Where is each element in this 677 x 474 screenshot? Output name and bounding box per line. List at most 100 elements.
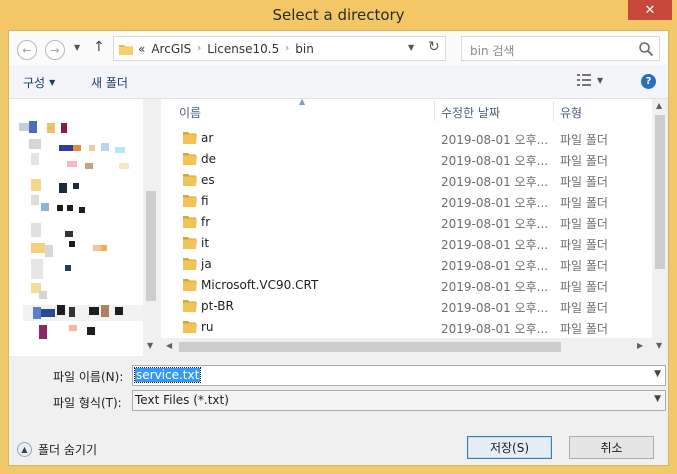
back-button[interactable]: ← — [17, 40, 37, 60]
navigation-bar: ← → ▼ ↑ « ArcGIS › License10.5 › bin ▼ ↻… — [9, 31, 668, 65]
folder-icon — [183, 216, 197, 228]
chevron-up-icon: ▲ — [17, 442, 32, 457]
filetype-select[interactable]: Text Files (*.txt) ▼ — [132, 390, 666, 411]
column-divider[interactable] — [434, 101, 435, 121]
file-modified-date: 2019-08-01 오후... — [441, 259, 549, 273]
title-bar: Select a directory ✕ — [0, 0, 677, 30]
hide-folders-toggle[interactable]: ▲ 폴더 숨기기 — [17, 441, 97, 458]
folder-icon — [183, 237, 197, 249]
file-modified-date: 2019-08-01 오후... — [441, 217, 549, 231]
column-header-row: ▲ 이름 수정한 날짜 유형 — [161, 97, 652, 123]
navigation-pane[interactable]: ▼ — [9, 99, 159, 356]
breadcrumb-item-bin[interactable]: bin — [295, 42, 314, 56]
file-type: 파일 폴더 — [560, 280, 608, 294]
breadcrumb-separator-icon[interactable]: › — [197, 42, 201, 56]
file-modified-date: 2019-08-01 오후... — [441, 238, 549, 252]
filename-label: 파일 이름(N): — [53, 370, 124, 384]
column-header-date[interactable]: 수정한 날짜 — [441, 104, 500, 121]
column-divider[interactable] — [553, 101, 554, 121]
search-icon[interactable] — [638, 41, 654, 57]
chevron-down-icon: ▼ — [49, 78, 56, 87]
command-toolbar: 구성 ▼ 새 폴더 ▼ ? — [9, 65, 668, 99]
file-name: ar — [201, 131, 214, 145]
file-name: ru — [201, 320, 214, 334]
file-type: 파일 폴더 — [560, 238, 608, 252]
file-type: 파일 폴더 — [560, 154, 608, 168]
scroll-left-icon[interactable]: ◀ — [166, 341, 172, 350]
address-history-dropdown-icon[interactable]: ▼ — [408, 43, 414, 52]
close-button[interactable]: ✕ — [628, 0, 672, 20]
save-button[interactable]: 저장(S) — [467, 436, 552, 459]
table-row[interactable]: fr 2019-08-01 오후... 파일 폴더 — [161, 212, 652, 233]
chevron-down-icon: ▼ — [597, 75, 604, 85]
table-row[interactable]: ru 2019-08-01 오후... 파일 폴더 — [161, 317, 652, 338]
file-modified-date: 2019-08-01 오후... — [441, 133, 549, 147]
refresh-icon[interactable]: ↻ — [428, 39, 440, 55]
file-name: pt-BR — [201, 299, 234, 313]
file-name: fr — [201, 215, 211, 229]
organize-label: 구성 — [23, 76, 46, 90]
file-name: Microsoft.VC90.CRT — [201, 278, 319, 292]
file-modified-date: 2019-08-01 오후... — [441, 280, 549, 294]
file-list-vertical-scrollbar[interactable]: ▲ ▼ — [652, 99, 668, 356]
file-modified-date: 2019-08-01 오후... — [441, 154, 549, 168]
view-options-button[interactable]: ▼ — [577, 74, 603, 86]
recent-locations-dropdown-icon[interactable]: ▼ — [74, 43, 80, 52]
column-header-type[interactable]: 유형 — [560, 104, 582, 121]
view-list-icon — [577, 74, 591, 86]
navigation-tree-redacted — [9, 99, 144, 356]
navigation-pane-scrollbar[interactable]: ▼ — [143, 99, 159, 356]
file-type: 파일 폴더 — [560, 217, 608, 231]
filename-value[interactable]: service.txt — [133, 367, 202, 383]
breadcrumb-overflow[interactable]: « — [138, 42, 145, 56]
scroll-up-icon[interactable]: ▲ — [656, 101, 662, 110]
scroll-right-icon[interactable]: ▶ — [637, 341, 643, 350]
filename-input[interactable]: service.txt ▼ — [132, 365, 666, 386]
address-bar[interactable]: « ArcGIS › License10.5 › bin ▼ ↻ — [113, 36, 446, 61]
file-list-horizontal-scrollbar[interactable]: ◀ ▶ — [161, 338, 652, 356]
dialog-body: ← → ▼ ↑ « ArcGIS › License10.5 › bin ▼ ↻… — [8, 30, 669, 466]
chevron-down-icon[interactable]: ▼ — [654, 369, 661, 379]
table-row[interactable]: ar 2019-08-01 오후... 파일 폴더 — [161, 128, 652, 149]
breadcrumb-separator-icon[interactable]: › — [285, 42, 289, 56]
column-header-name[interactable]: 이름 — [179, 104, 201, 121]
file-type: 파일 폴더 — [560, 301, 608, 315]
new-folder-button[interactable]: 새 폴더 — [91, 74, 128, 91]
scroll-down-icon[interactable]: ▼ — [147, 341, 153, 350]
breadcrumb-item-license[interactable]: License10.5 — [207, 42, 279, 56]
scrollbar-thumb[interactable] — [146, 191, 156, 301]
up-folder-button[interactable]: ↑ — [93, 39, 105, 55]
table-row[interactable]: fi 2019-08-01 오후... 파일 폴더 — [161, 191, 652, 212]
file-type: 파일 폴더 — [560, 259, 608, 273]
filetype-value: Text Files (*.txt) — [135, 393, 229, 407]
folder-icon — [183, 258, 197, 270]
scrollbar-thumb[interactable] — [655, 115, 665, 269]
cancel-button[interactable]: 취소 — [569, 436, 654, 459]
filetype-label: 파일 형식(T): — [53, 396, 122, 410]
organize-button[interactable]: 구성 ▼ — [23, 74, 55, 91]
file-type: 파일 폴더 — [560, 196, 608, 210]
file-name: fi — [201, 194, 209, 208]
file-name: de — [201, 152, 216, 166]
table-row[interactable]: de 2019-08-01 오후... 파일 폴더 — [161, 149, 652, 170]
search-input[interactable]: bin 검색 — [470, 42, 514, 59]
search-box[interactable]: bin 검색 — [461, 36, 660, 61]
window-title: Select a directory — [272, 6, 405, 24]
chevron-down-icon[interactable]: ▼ — [654, 394, 661, 404]
table-row[interactable]: ja 2019-08-01 오후... 파일 폴더 — [161, 254, 652, 275]
table-row[interactable]: it 2019-08-01 오후... 파일 폴더 — [161, 233, 652, 254]
forward-button[interactable]: → — [45, 40, 65, 60]
file-type: 파일 폴더 — [560, 133, 608, 147]
file-name: es — [201, 173, 215, 187]
scroll-down-icon[interactable]: ▼ — [656, 341, 662, 350]
help-button[interactable]: ? — [641, 74, 656, 89]
file-modified-date: 2019-08-01 오후... — [441, 196, 549, 210]
folder-icon — [119, 45, 133, 55]
file-name: ja — [201, 257, 212, 271]
table-row[interactable]: Microsoft.VC90.CRT 2019-08-01 오후... 파일 폴더 — [161, 275, 652, 296]
table-row[interactable]: pt-BR 2019-08-01 오후... 파일 폴더 — [161, 296, 652, 317]
scrollbar-thumb[interactable] — [179, 342, 561, 352]
breadcrumb-item-arcgis[interactable]: ArcGIS — [151, 42, 191, 56]
file-name: it — [201, 236, 210, 250]
table-row[interactable]: es 2019-08-01 오후... 파일 폴더 — [161, 170, 652, 191]
